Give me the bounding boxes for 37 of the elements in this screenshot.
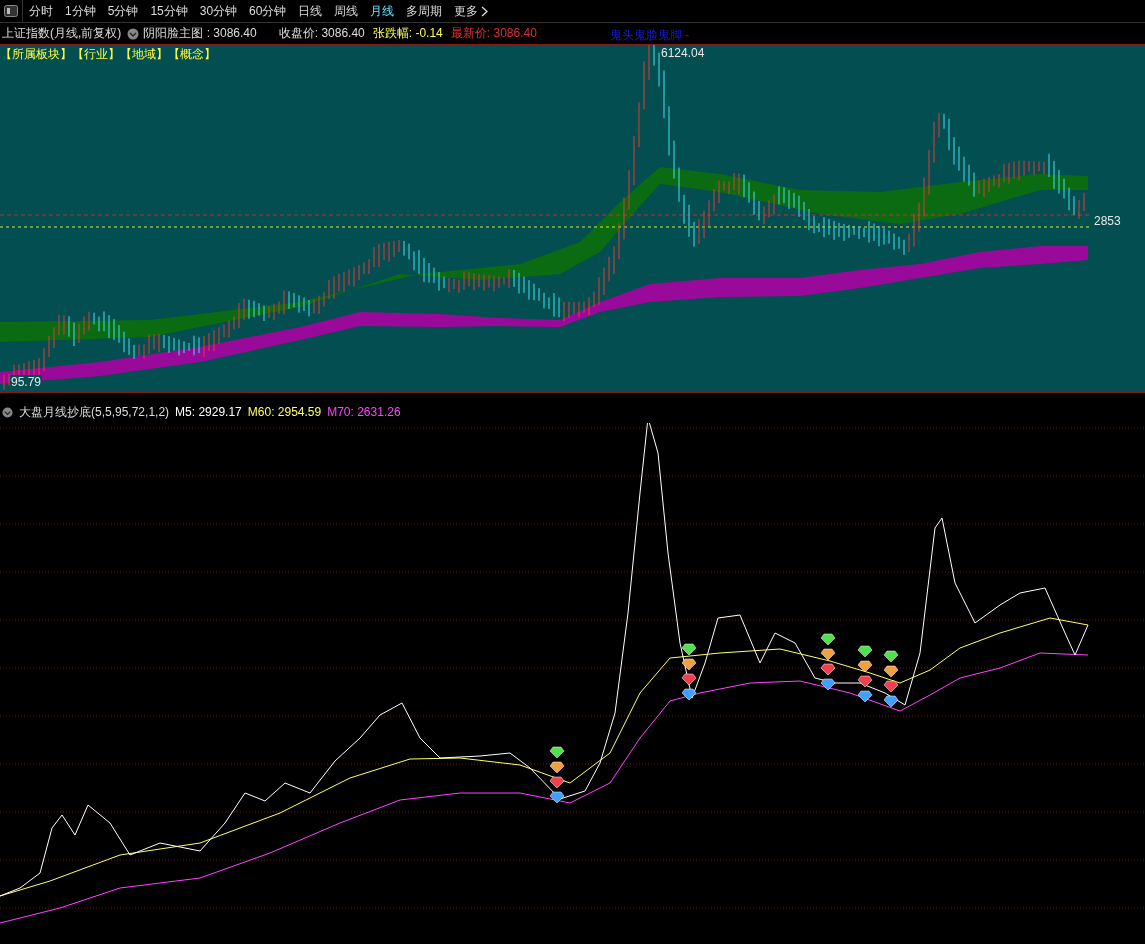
timeframe-tab[interactable]: 60分钟 bbox=[243, 0, 293, 22]
high-price-label: 6124.04 bbox=[660, 46, 706, 60]
chevron-right-icon bbox=[481, 5, 489, 17]
indicator-value: M60: 2954.59 bbox=[247, 405, 322, 419]
timeframe-tab[interactable]: 1分钟 bbox=[59, 0, 102, 22]
dropdown-icon[interactable] bbox=[127, 27, 140, 40]
gem-stack-drawing bbox=[549, 746, 565, 804]
timeframe-tab[interactable]: 周线 bbox=[328, 0, 365, 22]
change-reading: 张跌幅: -0.14 bbox=[372, 25, 443, 42]
panel-toggle-icon[interactable] bbox=[4, 5, 18, 17]
indicator-value: M70: 2631.26 bbox=[327, 405, 401, 419]
category-link[interactable]: 【行业】 bbox=[72, 46, 120, 63]
timeframe-tab[interactable]: 月线 bbox=[364, 0, 401, 22]
security-title: 上证指数(月线,前复权) bbox=[2, 25, 122, 42]
timeframe-tab[interactable]: 30分钟 bbox=[193, 0, 244, 22]
gem-stack-drawing bbox=[820, 633, 836, 691]
timeframe-tab[interactable]: 分时 bbox=[23, 0, 59, 22]
pattern-label: 鬼头鬼脸鬼脚 - bbox=[610, 27, 690, 44]
timeframe-tab[interactable]: 5分钟 bbox=[101, 0, 145, 22]
dropdown-icon[interactable] bbox=[2, 406, 13, 418]
gem-stack-drawing bbox=[883, 650, 899, 708]
indicator-title: 大盘月线抄底(5,5,95,72,1,2) bbox=[19, 403, 170, 421]
timeframe-tab[interactable]: 多周期 bbox=[400, 0, 449, 22]
category-link[interactable]: 【地域】 bbox=[120, 46, 168, 63]
indicator-value: M5: 2929.17 bbox=[175, 405, 242, 419]
timeframe-tab[interactable]: 15分钟 bbox=[144, 0, 194, 22]
low-price-label: 95.79 bbox=[10, 375, 43, 389]
timeframe-tab[interactable]: 日线 bbox=[292, 0, 329, 22]
current-price-label: 2853 bbox=[1093, 214, 1122, 228]
category-link[interactable]: 【概念】 bbox=[168, 46, 216, 63]
main-chart-reading: 阴阳脸主图 : 3086.40 bbox=[143, 25, 257, 42]
latest-price: 最新价: 3086.40 bbox=[450, 25, 537, 42]
gem-stack-drawing bbox=[681, 643, 697, 701]
gem-stack-drawing bbox=[857, 645, 873, 703]
category-link[interactable]: 【所属板块】 bbox=[0, 46, 72, 63]
more-button[interactable]: 更多 bbox=[448, 0, 495, 22]
close-price: 收盘价: 3086.40 bbox=[278, 25, 365, 42]
